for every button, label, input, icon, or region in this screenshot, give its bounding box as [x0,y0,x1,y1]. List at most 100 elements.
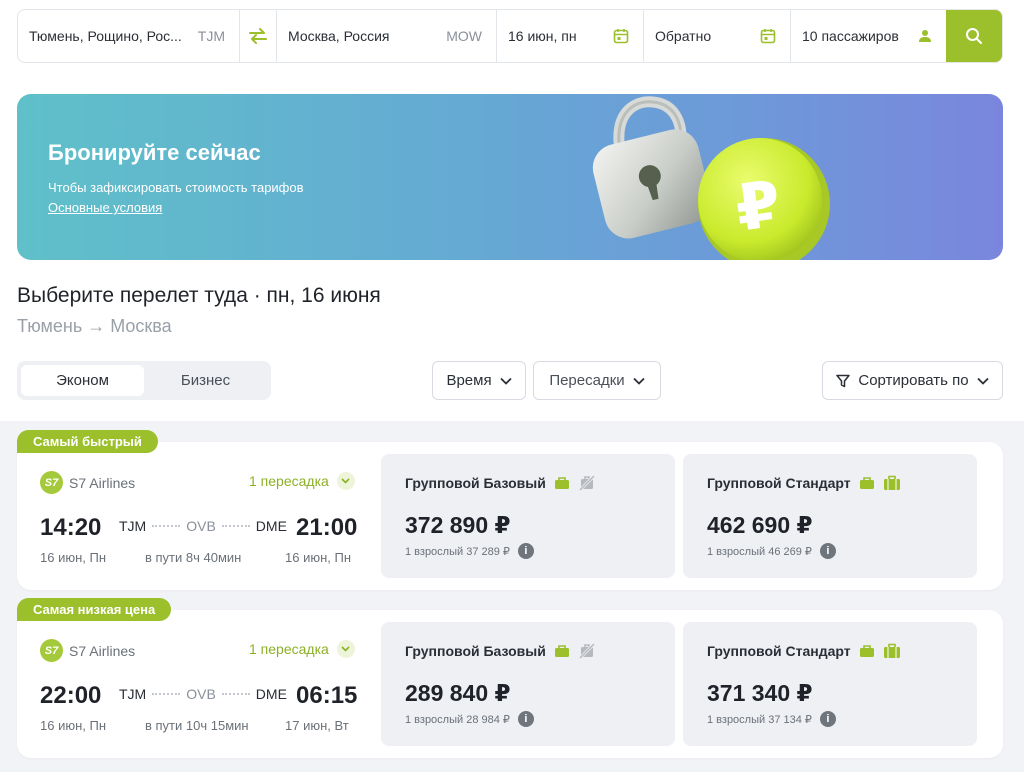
per-adult-price: 1 взрослый 28 984 ₽ [405,713,510,726]
transfers-filter-dropdown[interactable]: Пересадки [533,361,661,400]
arrival-date: 17 июн, Вт [285,718,349,733]
destination-airport: DME [255,518,287,534]
time-filter-dropdown[interactable]: Время [432,361,526,400]
terms-link[interactable]: Основные условия [48,200,162,215]
origin-airport: TJM [119,686,147,702]
route-dots [152,693,181,695]
return-date-field[interactable]: Обратно [644,10,791,62]
fare-name: Групповой Стандарт [707,475,901,491]
fare-name: Групповой Базовый [405,475,596,491]
banner-subtitle: Чтобы зафиксировать стоимость тарифов [48,180,304,195]
origin-airport: TJM [119,518,147,534]
origin-city: Тюмень, Рощино, Рос... [29,28,182,44]
lock-coin-illustration: ₽ [592,96,830,260]
departure-time: 14:20 [40,514,102,541]
fare-price: 371 340 ₽ [707,680,813,706]
fare-price: 289 840 ₽ [405,680,511,706]
departure-date: 16 июн, пн [508,28,577,44]
sort-dropdown[interactable]: Сортировать по [822,361,1003,400]
fare-name-label: Групповой Стандарт [707,475,851,491]
departure-date-field[interactable]: 16 июн, пн [497,10,644,62]
chevron-down-icon [976,377,989,385]
flight-card[interactable]: S7 S7 Airlines 1 пересадка 22:00 TJM OVB… [17,610,1003,758]
fare-note: 1 взрослый 37 134 ₽ i [707,711,836,727]
flight-card[interactable]: S7 S7 Airlines 1 пересадка 14:20 TJM OVB… [17,442,1003,590]
stops-label: 1 пересадка [249,641,329,657]
fare-note: 1 взрослый 46 269 ₽ i [707,543,836,559]
fare-option-basic[interactable]: Групповой Базовый 289 840 ₽ 1 взрослый 2… [381,622,675,746]
no-baggage-icon [578,643,595,659]
fare-note: 1 взрослый 37 289 ₽ i [405,543,534,559]
fare-option-standard[interactable]: Групповой Стандарт 462 690 ₽ 1 взрослый … [683,454,977,578]
route-codes: TJM OVB DME [119,518,287,534]
fare-name-label: Групповой Стандарт [707,643,851,659]
fare-name-label: Групповой Базовый [405,475,546,491]
fastest-badge: Самый быстрый [17,430,158,453]
departure-date: 16 июн, Пн [40,550,107,565]
info-icon[interactable]: i [517,711,534,727]
route-dots [152,525,181,527]
stops-toggle[interactable]: 1 пересадка [249,640,355,658]
airline: S7 S7 Airlines [40,471,135,494]
chevron-down-icon [336,640,355,658]
sort-label: Сортировать по [858,372,969,389]
origin-code: TJM [197,28,225,44]
stops-label: 1 пересадка [249,473,329,489]
info-icon[interactable]: i [819,711,836,727]
swap-button[interactable] [239,10,277,62]
arrival-time: 06:15 [296,682,358,709]
flight-duration: в пути 8ч 40мин [145,550,242,565]
origin-field[interactable]: Тюмень, Рощино, Рос... TJM [18,10,239,62]
hand-luggage-icon [859,477,874,489]
s7-logo-icon: S7 [40,471,63,494]
swap-icon [249,28,267,44]
stops-toggle[interactable]: 1 пересадка [249,472,355,490]
fare-price: 372 890 ₽ [405,512,511,538]
tab-business[interactable]: Бизнес [144,365,267,396]
baggage-icon [883,475,900,490]
tab-economy[interactable]: Эконом [21,365,144,396]
transfers-filter-label: Пересадки [549,372,625,389]
airline-name: S7 Airlines [69,474,136,491]
s7-logo-icon: S7 [40,639,63,662]
route-dots [221,525,250,527]
passengers-field[interactable]: 10 пассажиров [791,10,946,62]
route-dots [221,693,250,695]
destination-code: MOW [446,28,482,44]
fare-option-basic[interactable]: Групповой Базовый 372 890 ₽ 1 взрослый 3… [381,454,675,578]
chevron-down-icon [499,377,512,385]
destination-airport: DME [255,686,287,702]
fare-option-standard[interactable]: Групповой Стандарт 371 340 ₽ 1 взрослый … [683,622,977,746]
route-subtitle: Тюмень → Москва [17,316,172,336]
transfer-airport: OVB [186,518,216,534]
search-icon [966,28,982,44]
return-date: Обратно [655,28,712,44]
info-icon[interactable]: i [517,543,534,559]
search-bar: Тюмень, Рощино, Рос... TJM Москва, Росси… [17,9,1003,63]
page-title: Выберите перелет туда · пн, 16 июня [17,284,381,307]
hand-luggage-icon [859,645,874,657]
cabin-class-tabs: Эконом Бизнес [17,361,271,400]
per-adult-price: 1 взрослый 46 269 ₽ [707,545,812,558]
arrival-date: 16 июн, Пн [285,550,352,565]
chevron-down-icon [633,377,645,385]
info-icon[interactable]: i [819,543,836,559]
arrival-time: 21:00 [296,514,358,541]
fare-name-label: Групповой Базовый [405,643,546,659]
airline: S7 S7 Airlines [40,639,135,662]
fare-name: Групповой Стандарт [707,643,901,659]
fare-price: 462 690 ₽ [707,512,813,538]
flight-duration: в пути 10ч 15мин [145,718,249,733]
fare-note: 1 взрослый 28 984 ₽ i [405,711,534,727]
cheapest-badge: Самая низкая цена [17,598,172,621]
destination-field[interactable]: Москва, Россия MOW [277,10,497,62]
person-icon [919,30,931,42]
baggage-icon [883,643,900,658]
departure-date: 16 июн, Пн [40,718,107,733]
search-button[interactable] [946,10,1002,62]
promo-banner: Бронируйте сейчас Чтобы зафиксировать ст… [17,94,1003,260]
transfer-airport: OVB [186,686,216,702]
passengers-count: 10 пассажиров [802,28,899,44]
chevron-down-icon [336,472,355,490]
time-filter-label: Время [446,372,492,389]
